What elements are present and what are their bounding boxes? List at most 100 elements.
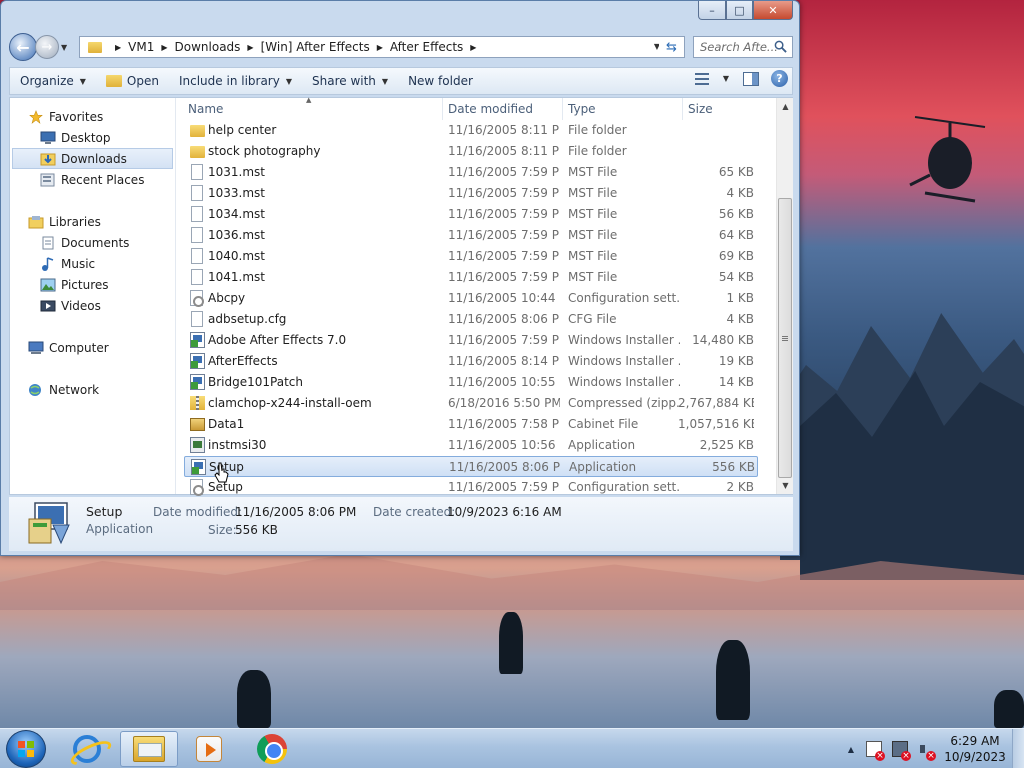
file-row-bridge101patch[interactable]: Bridge101Patch 11/16/2005 10:55 ... Window… — [184, 372, 758, 393]
breadcrumb-chevron-icon[interactable]: ▶ — [377, 43, 383, 52]
nav-downloads[interactable]: Downloads — [12, 148, 173, 169]
file-name: help center — [208, 123, 277, 137]
share-with-button[interactable]: Share with ▼ — [302, 69, 398, 93]
help-icon[interactable]: ? — [771, 70, 788, 87]
scroll-up-icon[interactable]: ▲ — [777, 98, 794, 115]
change-view-icon[interactable] — [694, 72, 709, 85]
new-folder-button[interactable]: New folder — [398, 69, 483, 93]
sort-ascending-icon: ▲ — [306, 96, 312, 104]
taskbar-media-player[interactable] — [180, 731, 238, 767]
file-row-1041-mst[interactable]: 1041.mst 11/16/2005 7:59 PM MST File 54 KB — [184, 267, 758, 288]
nav-computer[interactable]: Computer — [10, 337, 175, 358]
show-hidden-icons-icon[interactable]: ▲ — [848, 745, 854, 754]
vertical-scrollbar[interactable]: ▲ ▼ — [776, 98, 793, 494]
nav-videos[interactable]: Videos — [10, 295, 175, 316]
content-area: Favorites Desktop Downloads Recent Place… — [9, 96, 793, 498]
nav-music[interactable]: Music — [10, 253, 175, 274]
network-status-icon[interactable] — [892, 741, 911, 761]
file-row-clamchop-x244-install-oem[interactable]: clamchop-x244-install-oem 6/18/2016 5:50 … — [184, 393, 758, 414]
file-row-help-center[interactable]: help center 11/16/2005 8:11 PM File folder — [184, 120, 758, 141]
breadcrumb-chevron-icon[interactable]: ▶ — [161, 43, 167, 52]
file-row-abcpy[interactable]: Abcpy 11/16/2005 10:44 ... Configuration s… — [184, 288, 758, 309]
file-type: Windows Installer ... — [568, 375, 680, 389]
minimize-button[interactable]: – — [698, 1, 726, 20]
file-date-modified: 11/16/2005 10:56 ... — [448, 438, 560, 452]
documents-icon — [42, 236, 54, 249]
show-desktop-button[interactable] — [1012, 729, 1024, 768]
nav-recent-places[interactable]: Recent Places — [10, 169, 175, 190]
recent-pages-dropdown[interactable]: ▼ — [61, 43, 73, 52]
taskbar-internet-explorer[interactable] — [58, 731, 116, 767]
volume-muted-icon[interactable] — [918, 741, 936, 761]
file-size: 4 KB — [726, 186, 754, 200]
taskbar-file-explorer[interactable] — [120, 731, 178, 767]
file-row-1036-mst[interactable]: 1036.mst 11/16/2005 7:59 PM MST File 64 KB — [184, 225, 758, 246]
start-button[interactable] — [6, 730, 46, 768]
organize-button[interactable]: Organize ▼ — [10, 69, 96, 93]
include-in-library-button[interactable]: Include in library ▼ — [169, 69, 302, 93]
search-icon[interactable] — [774, 40, 787, 53]
breadcrumb-chevron-icon[interactable]: ▶ — [470, 43, 476, 52]
nav-documents[interactable]: Documents — [10, 232, 175, 253]
search-input[interactable]: Search Afte... — [693, 36, 793, 58]
file-size: 1 KB — [726, 291, 754, 305]
file-row-data1[interactable]: Data1 11/16/2005 7:58 PM Cabinet File 1,057… — [184, 414, 758, 435]
address-bar[interactable]: ▶ VM1 ▶ Downloads ▶ [Win] After Effects … — [79, 36, 665, 58]
taskbar-chrome[interactable] — [243, 731, 301, 767]
breadcrumb-downloads[interactable]: Downloads — [175, 40, 241, 54]
navigation-pane: Favorites Desktop Downloads Recent Place… — [10, 98, 176, 494]
file-size: 556 KB — [712, 460, 755, 474]
details-file-type: Application — [86, 522, 154, 536]
file-type: Cabinet File — [568, 417, 639, 431]
column-header-type[interactable]: Type — [568, 102, 596, 116]
breadcrumb-vm1[interactable]: VM1 — [128, 40, 154, 54]
file-row-instmsi30[interactable]: instmsi30 11/16/2005 10:56 ... Application… — [184, 435, 758, 456]
file-type: Windows Installer ... — [568, 333, 680, 347]
file-row-setup[interactable]: Setup 11/16/2005 8:06 PM Application 556 KB — [184, 456, 758, 477]
breadcrumb-after-effects[interactable]: After Effects — [390, 40, 463, 54]
file-type: Configuration sett... — [568, 291, 680, 305]
breadcrumb-chevron-icon[interactable]: ▶ — [247, 43, 253, 52]
file-row-stock-photography[interactable]: stock photography 11/16/2005 8:11 PM File … — [184, 141, 758, 162]
file-row-setup[interactable]: Setup 11/16/2005 7:59 PM Configuration set… — [184, 477, 758, 498]
file-row-1040-mst[interactable]: 1040.mst 11/16/2005 7:59 PM MST File 69 KB — [184, 246, 758, 267]
breadcrumb-win-after-effects[interactable]: [Win] After Effects — [261, 40, 370, 54]
column-header-size[interactable]: Size — [688, 102, 713, 116]
cfg-file-icon — [190, 479, 204, 496]
column-header-date-modified[interactable]: Date modified — [448, 102, 533, 116]
open-button[interactable]: Open — [96, 69, 169, 93]
forward-button[interactable]: → — [35, 35, 59, 59]
clock[interactable]: 6:29 AM 10/9/2023 — [944, 733, 1006, 765]
file-row-1031-mst[interactable]: 1031.mst 11/16/2005 7:59 PM MST File 65 KB — [184, 162, 758, 183]
nav-pictures[interactable]: Pictures — [10, 274, 175, 295]
maximize-button[interactable]: □ — [726, 1, 753, 20]
scrollbar-thumb[interactable] — [778, 198, 792, 478]
column-header-name[interactable]: Name — [188, 102, 223, 116]
view-dropdown-icon[interactable]: ▼ — [723, 74, 729, 83]
close-button[interactable]: ✕ — [753, 1, 793, 20]
nav-libraries[interactable]: Libraries — [10, 211, 175, 232]
file-date-modified: 11/16/2005 8:11 PM — [448, 144, 560, 158]
file-row-1033-mst[interactable]: 1033.mst 11/16/2005 7:59 PM MST File 4 KB — [184, 183, 758, 204]
file-row-aftereffects[interactable]: AfterEffects 11/16/2005 8:14 PM Windows In… — [184, 351, 758, 372]
refresh-icon: ⇆ — [666, 39, 677, 55]
file-date-modified: 11/16/2005 8:06 PM — [448, 312, 560, 326]
preview-pane-icon[interactable] — [743, 71, 759, 86]
file-row-adbsetup-cfg[interactable]: adbsetup.cfg 11/16/2005 8:06 PM CFG File 4 … — [184, 309, 758, 330]
clock-time: 6:29 AM — [950, 734, 1000, 748]
file-row-adobe-after-effects-7-0[interactable]: Adobe After Effects 7.0 11/16/2005 7:59 P… — [184, 330, 758, 351]
file-date-modified: 11/16/2005 8:06 PM — [449, 460, 561, 474]
breadcrumb-chevron-icon[interactable]: ▶ — [115, 43, 121, 52]
doc-file-icon — [191, 185, 203, 201]
file-name: Data1 — [208, 417, 245, 431]
back-button[interactable]: ← — [9, 33, 37, 61]
action-center-flag-icon[interactable] — [866, 741, 885, 761]
nav-network[interactable]: Network — [10, 379, 175, 400]
network-icon — [29, 383, 41, 396]
scroll-down-icon[interactable]: ▼ — [777, 477, 794, 494]
nav-desktop[interactable]: Desktop — [10, 127, 175, 148]
file-row-1034-mst[interactable]: 1034.mst 11/16/2005 7:59 PM MST File 56 KB — [184, 204, 758, 225]
refresh-button[interactable]: ⇆ — [659, 36, 685, 58]
nav-favorites[interactable]: Favorites — [10, 106, 175, 127]
doc-file-icon — [191, 248, 203, 264]
